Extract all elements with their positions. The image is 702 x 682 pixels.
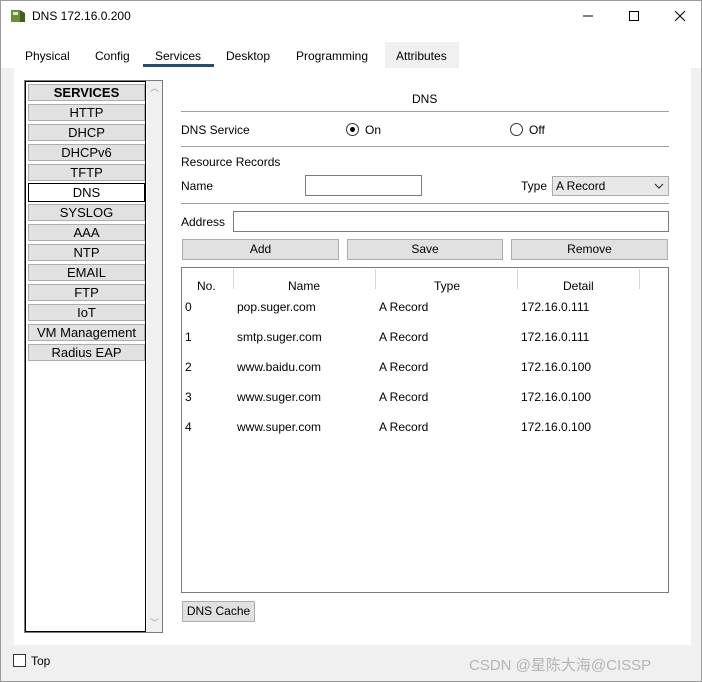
row-detail[interactable]: 172.16.0.100 <box>521 390 591 404</box>
packet-tracer-icon <box>11 10 25 22</box>
address-input[interactable] <box>233 211 669 232</box>
tab-programming[interactable]: Programming <box>296 49 368 63</box>
divider <box>181 146 669 147</box>
service-dhcp[interactable]: DHCP <box>28 124 145 141</box>
service-email[interactable]: EMAIL <box>28 264 145 281</box>
maximize-button[interactable] <box>611 1 657 31</box>
watermark: CSDN @星陈大海@CISSP <box>469 657 652 674</box>
divider <box>181 111 669 112</box>
row-type[interactable]: A Record <box>379 420 428 434</box>
tab-config[interactable]: Config <box>95 49 130 63</box>
column-separator <box>517 269 518 289</box>
column-header-detail: Detail <box>563 279 594 293</box>
dns-cache-button[interactable]: DNS Cache <box>182 601 255 622</box>
service-ftp[interactable]: FTP <box>28 284 145 301</box>
panel-title: DNS <box>412 92 438 106</box>
column-separator <box>639 269 640 289</box>
minimize-icon <box>583 15 593 17</box>
window-title: DNS 172.16.0.200 <box>32 9 131 23</box>
top-label[interactable]: Top <box>31 654 50 668</box>
scroll-up-icon[interactable]: ︿ <box>150 84 159 93</box>
services-header: SERVICES <box>28 84 145 101</box>
service-aaa[interactable]: AAA <box>28 224 145 241</box>
address-label: Address <box>181 215 226 229</box>
service-tftp[interactable]: TFTP <box>28 164 145 181</box>
row-no[interactable]: 0 <box>185 300 192 314</box>
add-button[interactable]: Add <box>182 239 339 260</box>
tab-physical[interactable]: Physical <box>25 49 70 63</box>
type-select[interactable]: A Record <box>552 176 669 196</box>
dns-off-radio[interactable] <box>510 123 523 136</box>
row-name[interactable]: pop.suger.com <box>237 300 316 314</box>
column-header-type: Type <box>434 279 461 293</box>
row-detail[interactable]: 172.16.0.100 <box>521 360 591 374</box>
type-label: Type <box>521 179 548 193</box>
service-http[interactable]: HTTP <box>28 104 145 121</box>
service-dns[interactable]: DNS <box>28 183 145 202</box>
row-type[interactable]: A Record <box>379 300 428 314</box>
divider <box>181 203 669 204</box>
row-detail[interactable]: 172.16.0.111 <box>521 300 589 314</box>
active-tab-indicator <box>143 64 214 67</box>
row-type[interactable]: A Record <box>379 390 428 404</box>
services-list: SERVICES HTTP DHCP DHCPv6 TFTP DNS SYSLO… <box>25 81 146 632</box>
remove-button[interactable]: Remove <box>511 239 668 260</box>
tab-services[interactable]: Services <box>155 49 201 63</box>
save-button[interactable]: Save <box>347 239 503 260</box>
tab-desktop[interactable]: Desktop <box>226 49 270 63</box>
column-header-name: Name <box>288 279 321 293</box>
service-dhcpv6[interactable]: DHCPv6 <box>28 144 145 161</box>
scroll-down-icon[interactable]: ﹀ <box>150 619 159 628</box>
app-window: DNS 172.16.0.200 Physical Config Service… <box>0 0 702 682</box>
minimize-button[interactable] <box>565 1 611 31</box>
close-button[interactable] <box>657 1 702 31</box>
maximize-icon <box>629 11 639 21</box>
row-type[interactable]: A Record <box>379 330 428 344</box>
service-vm-management[interactable]: VM Management <box>28 324 145 341</box>
title-bar: DNS 172.16.0.200 <box>1 1 701 31</box>
close-icon <box>675 11 685 21</box>
dns-off-label[interactable]: Off <box>529 123 545 137</box>
row-name[interactable]: www.super.com <box>237 420 321 434</box>
chevron-down-icon <box>654 177 664 202</box>
tab-attributes[interactable]: Attributes <box>396 49 447 63</box>
name-label: Name <box>181 179 214 193</box>
row-no[interactable]: 3 <box>185 390 192 404</box>
column-separator <box>375 269 376 289</box>
resource-records-label: Resource Records <box>181 155 281 169</box>
row-no[interactable]: 2 <box>185 360 192 374</box>
type-select-value: A Record <box>556 179 606 193</box>
row-type[interactable]: A Record <box>379 360 428 374</box>
row-name[interactable]: www.suger.com <box>237 390 321 404</box>
row-detail[interactable]: 172.16.0.111 <box>521 330 589 344</box>
service-syslog[interactable]: SYSLOG <box>28 204 145 221</box>
row-name[interactable]: smtp.suger.com <box>237 330 322 344</box>
row-no[interactable]: 1 <box>185 330 192 344</box>
name-input[interactable] <box>305 175 422 196</box>
top-checkbox[interactable] <box>13 654 26 667</box>
row-name[interactable]: www.baidu.com <box>237 360 321 374</box>
service-ntp[interactable]: NTP <box>28 244 145 261</box>
services-scrollbar[interactable]: ︿ ﹀ <box>147 81 162 632</box>
row-detail[interactable]: 172.16.0.100 <box>521 420 591 434</box>
column-separator <box>233 269 234 289</box>
dns-on-label[interactable]: On <box>365 123 381 137</box>
dns-on-radio[interactable] <box>346 123 359 136</box>
column-header-no: No. <box>197 279 216 293</box>
service-radius-eap[interactable]: Radius EAP <box>28 344 145 361</box>
dns-service-label: DNS Service <box>181 123 250 137</box>
service-iot[interactable]: IoT <box>28 304 145 321</box>
row-no[interactable]: 4 <box>185 420 192 434</box>
